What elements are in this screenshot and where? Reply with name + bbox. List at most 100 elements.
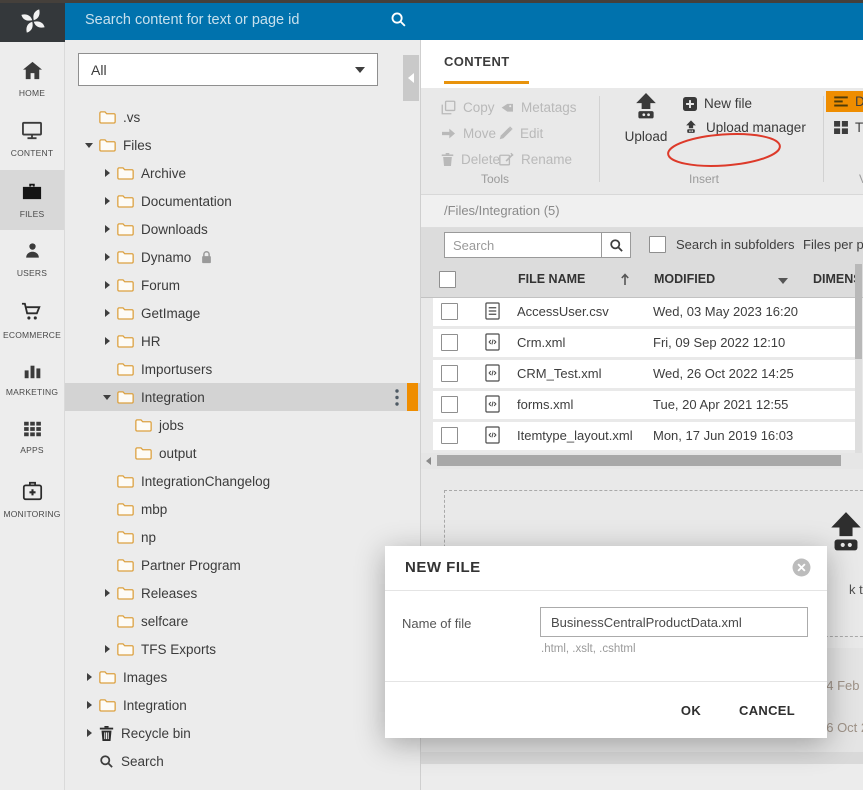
tree-item-getimage[interactable]: GetImage — [65, 299, 420, 327]
sidebar-item-content[interactable]: CONTENT — [0, 110, 64, 170]
edit-button[interactable]: Edit — [499, 126, 601, 141]
upload-manager-button[interactable]: Upload manager — [683, 120, 806, 135]
ok-button[interactable]: OK — [679, 699, 703, 722]
thumbnails-view-button[interactable]: Thu — [826, 117, 863, 138]
scrollbar-thumb[interactable] — [437, 455, 841, 466]
sidebar-item-home[interactable]: HOME — [0, 50, 64, 110]
tree-item-forum[interactable]: Forum — [65, 271, 420, 299]
chevron-right-icon[interactable] — [101, 337, 113, 345]
upload-button[interactable]: Upload — [617, 92, 675, 144]
tree-item-integration[interactable]: Integration — [65, 383, 420, 411]
chevron-right-icon[interactable] — [101, 281, 113, 289]
sort-ascending-icon[interactable] — [620, 273, 630, 291]
row-checkbox[interactable] — [441, 396, 458, 413]
tree-item-images[interactable]: Images — [65, 663, 420, 691]
tree-item-label: Integration — [141, 390, 205, 405]
tree-item-label: Documentation — [141, 194, 232, 209]
file-row[interactable]: Crm.xmlFri, 09 Sep 2022 12:10 — [433, 329, 855, 357]
new-file-button[interactable]: New file — [683, 96, 752, 111]
file-modified-date: Mon, 17 Jun 2019 16:03 — [653, 428, 793, 443]
folder-icon — [117, 530, 134, 544]
chevron-right-icon[interactable] — [101, 169, 113, 177]
file-row[interactable]: Itemtype_layout.xmlMon, 17 Jun 2019 16:0… — [433, 422, 855, 450]
subfolders-checkbox[interactable] — [649, 236, 666, 253]
chevron-right-icon[interactable] — [101, 197, 113, 205]
sidebar-item-files[interactable]: FILES — [0, 170, 64, 230]
chevron-right-icon[interactable] — [83, 701, 95, 709]
tree-item-integration[interactable]: Integration — [65, 691, 420, 719]
sidebar-item-marketing[interactable]: MARKETING — [0, 350, 64, 410]
file-search-button[interactable] — [601, 232, 631, 258]
details-view-button[interactable]: Det — [826, 91, 863, 112]
tree-item-np[interactable]: np — [65, 523, 420, 551]
chevron-right-icon[interactable] — [83, 729, 95, 737]
row-checkbox[interactable] — [441, 303, 458, 320]
global-search-bar[interactable]: Search content for text or page id — [65, 0, 863, 40]
select-all-checkbox[interactable] — [439, 271, 456, 288]
search-icon[interactable] — [390, 11, 407, 28]
tree-item-documentation[interactable]: Documentation — [65, 187, 420, 215]
sidebar-item-users[interactable]: USERS — [0, 230, 64, 290]
tree-item-label: Releases — [141, 586, 197, 601]
tree-item-output[interactable]: output — [65, 439, 420, 467]
tree-item-recycle-bin[interactable]: Recycle bin — [65, 719, 420, 747]
tree-item-menu-kebab-icon[interactable] — [395, 389, 399, 406]
file-search-input[interactable] — [444, 232, 601, 258]
row-checkbox[interactable] — [441, 427, 458, 444]
sidebar-item-monitoring[interactable]: MONITORING — [0, 470, 64, 530]
sidebar-item-apps[interactable]: APPS — [0, 410, 64, 470]
chevron-right-icon[interactable] — [83, 673, 95, 681]
vertical-scrollbar[interactable] — [855, 264, 862, 453]
copy-button[interactable]: Copy — [441, 100, 499, 115]
tree-item-hr[interactable]: HR — [65, 327, 420, 355]
chevron-down-icon[interactable] — [83, 143, 95, 148]
cancel-button[interactable]: CANCEL — [737, 699, 797, 722]
chevron-down-icon[interactable] — [101, 395, 113, 400]
lower-divider — [421, 752, 863, 764]
tree-item-archive[interactable]: Archive — [65, 159, 420, 187]
metatags-button[interactable]: Metatags — [499, 100, 601, 115]
tree-item-importusers[interactable]: Importusers — [65, 355, 420, 383]
sidebar-item-label: APPS — [0, 445, 64, 455]
column-header-file-name[interactable]: FILE NAME — [518, 272, 585, 286]
tree-filter-dropdown[interactable]: All — [78, 53, 378, 86]
row-checkbox[interactable] — [441, 334, 458, 351]
row-checkbox[interactable] — [441, 365, 458, 382]
tree-item-tfs-exports[interactable]: TFS Exports — [65, 635, 420, 663]
tree-item-dynamo[interactable]: Dynamo — [65, 243, 420, 271]
tree-item-jobs[interactable]: jobs — [65, 411, 420, 439]
delete-button[interactable]: Delete — [441, 152, 499, 167]
move-button[interactable]: Move — [441, 126, 499, 141]
chevron-right-icon[interactable] — [101, 253, 113, 261]
tree-item-selfcare[interactable]: selfcare — [65, 607, 420, 635]
chevron-right-icon[interactable] — [101, 645, 113, 653]
file-row[interactable]: AccessUser.csvWed, 03 May 2023 16:20 — [433, 298, 855, 326]
tree-item-partner-program[interactable]: Partner Program — [65, 551, 420, 579]
window-top-border — [0, 0, 863, 3]
tree-item-releases[interactable]: Releases — [65, 579, 420, 607]
chevron-right-icon[interactable] — [101, 309, 113, 317]
column-menu-caret-icon[interactable] — [778, 278, 788, 284]
scroll-left-arrow-icon[interactable] — [426, 457, 431, 465]
close-icon[interactable] — [792, 558, 811, 577]
tree-item--vs[interactable]: .vs — [65, 103, 420, 131]
column-header-modified[interactable]: MODIFIED — [654, 272, 715, 286]
sidebar-item-ecommerce[interactable]: ECOMMERCE — [0, 290, 64, 350]
chevron-right-icon[interactable] — [101, 225, 113, 233]
file-row[interactable]: forms.xmlTue, 20 Apr 2021 12:55 — [433, 391, 855, 419]
tree-item-downloads[interactable]: Downloads — [65, 215, 420, 243]
app-logo[interactable] — [0, 0, 65, 42]
horizontal-scrollbar[interactable] — [421, 453, 863, 469]
chevron-right-icon[interactable] — [101, 589, 113, 597]
rename-button[interactable]: Rename — [499, 152, 601, 167]
file-name-input[interactable] — [540, 607, 808, 637]
tree-filter-value: All — [91, 62, 107, 78]
panel-collapse-handle[interactable] — [403, 55, 419, 101]
tree-item-search[interactable]: Search — [65, 747, 420, 775]
tree-item-integrationchangelog[interactable]: IntegrationChangelog — [65, 467, 420, 495]
tree-item-files[interactable]: Files — [65, 131, 420, 159]
tag-icon — [499, 101, 514, 114]
file-row[interactable]: CRM_Test.xmlWed, 26 Oct 2022 14:25 — [433, 360, 855, 388]
tree-item-mbp[interactable]: mbp — [65, 495, 420, 523]
tab-content[interactable]: CONTENT — [444, 54, 510, 69]
